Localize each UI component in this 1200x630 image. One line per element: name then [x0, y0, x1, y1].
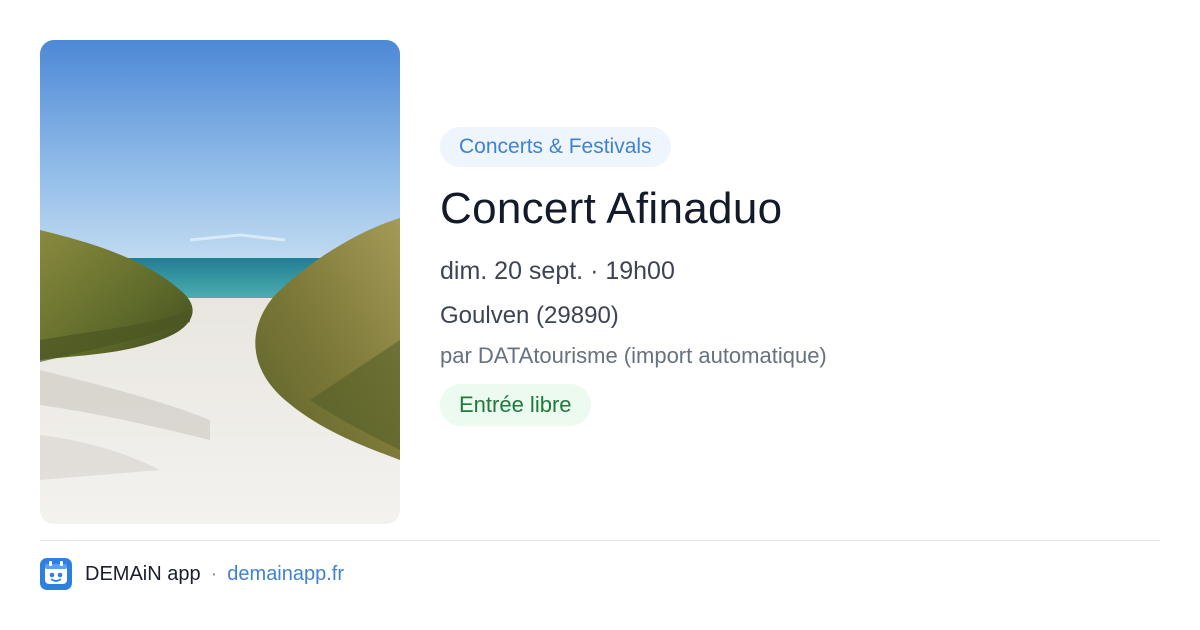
- event-location: Goulven (29890): [440, 302, 619, 329]
- footer: DEMAiN app · demainapp.fr: [40, 557, 344, 591]
- event-datetime: dim. 20 sept. · 19h00: [440, 257, 675, 285]
- category-badge[interactable]: Concerts & Festivals: [440, 127, 671, 167]
- footer-divider: [40, 540, 1160, 541]
- demain-app-logo-icon: [40, 558, 72, 590]
- footer-separator: ·: [210, 562, 218, 585]
- event-share-card: Concerts & Festivals Concert Afinaduo di…: [0, 0, 1200, 630]
- app-name: DEMAiN app: [85, 562, 201, 585]
- price-badge: Entrée libre: [440, 384, 591, 426]
- event-source: par DATAtourisme (import automatique): [440, 343, 827, 368]
- event-photo: [40, 40, 400, 524]
- event-details: Concerts & Festivals Concert Afinaduo di…: [440, 127, 1160, 426]
- event-title: Concert Afinaduo: [440, 184, 783, 233]
- app-url-link[interactable]: demainapp.fr: [227, 563, 344, 586]
